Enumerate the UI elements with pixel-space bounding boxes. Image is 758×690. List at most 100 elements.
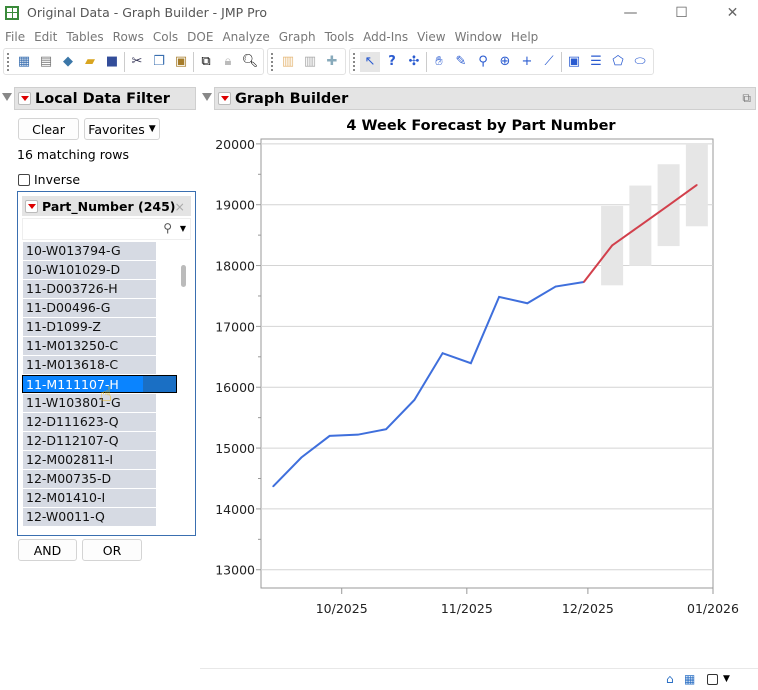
jmp-app-icon <box>5 5 19 20</box>
data-point-actual <box>413 399 416 401</box>
graph-disclosure-icon[interactable] <box>202 93 212 101</box>
data-table-icon[interactable]: ▦ <box>684 672 695 686</box>
list-item[interactable]: 11-W103801-G <box>23 394 156 412</box>
list-item[interactable]: 12-D112107-Q <box>23 432 156 450</box>
new-data-table-icon[interactable]: ▦ <box>14 52 34 72</box>
clear-button[interactable]: Clear <box>18 118 79 140</box>
toolbar-grip[interactable] <box>7 52 9 71</box>
menu-analyze[interactable]: Analyze <box>220 27 276 47</box>
forecast-chart: 13000 14000 15000 16000 17000 18000 19000 20000… <box>215 118 739 616</box>
menu-graph[interactable]: Graph <box>277 27 323 47</box>
close-button[interactable]: ✕ <box>707 0 758 25</box>
maximize-button[interactable]: ☐ <box>656 0 707 25</box>
journal-icon[interactable]: ⧉ <box>196 52 216 72</box>
hand-tool-icon[interactable]: ✋︎ <box>429 52 449 72</box>
columns-icon[interactable]: ▥ <box>300 52 320 72</box>
menu-cols[interactable]: Cols <box>151 27 185 47</box>
list-item[interactable]: 10-W013794-G <box>23 242 156 260</box>
menu-tools[interactable]: Tools <box>323 27 362 47</box>
report-icon[interactable]: ▥ <box>278 52 298 72</box>
x-tick-label: 01/2026 <box>687 601 739 616</box>
column-red-triangle-menu[interactable] <box>25 199 38 213</box>
list-item[interactable]: 12-M002811-I <box>23 451 156 469</box>
brush-tool-icon[interactable]: ✎ <box>451 52 471 72</box>
or-button[interactable]: OR <box>82 539 142 561</box>
magnifier-tool-icon[interactable]: ⊕ <box>495 52 515 72</box>
local-data-filter-header[interactable]: Local Data Filter <box>14 87 196 110</box>
lasso-tool-icon[interactable]: ⚲ <box>473 52 493 72</box>
list-search-input[interactable]: ⚲ ▼ <box>22 218 191 240</box>
annotate-tool-icon[interactable]: ▣ <box>564 52 584 72</box>
y-tick-label: 15000 <box>215 441 255 456</box>
lock-icon[interactable]: 🔒︎ <box>218 52 238 72</box>
line-arrow-tool-icon[interactable]: ☰ <box>586 52 606 72</box>
add-graph-icon[interactable]: ✚ <box>322 52 342 72</box>
menu-file[interactable]: File <box>3 27 32 47</box>
data-point-actual <box>526 302 529 305</box>
title-bar: Original Data - Graph Builder - JMP Pro … <box>0 0 758 25</box>
status-bar: ⌂ ▦ ▼ <box>200 668 758 690</box>
menu-view[interactable]: View <box>415 27 452 47</box>
inverse-checkbox[interactable]: Inverse <box>18 172 80 187</box>
favorites-button[interactable]: Favorites ▼ <box>84 118 160 140</box>
search-icon[interactable]: ⚲ <box>163 221 172 235</box>
arrow-tool-icon[interactable]: ↖ <box>360 51 380 72</box>
select-checkbox[interactable] <box>707 674 718 685</box>
line-tool-icon[interactable]: ⟋ <box>539 52 559 72</box>
filter-red-triangle-menu[interactable] <box>18 92 31 105</box>
y-tick-label: 16000 <box>215 380 255 395</box>
menu-tables[interactable]: Tables <box>64 27 110 47</box>
copy-icon[interactable]: ❐ <box>149 52 169 72</box>
remove-column-icon[interactable]: × <box>175 199 185 214</box>
y-tick-label: 18000 <box>215 259 255 274</box>
search-icon[interactable]: 🔍︎ <box>240 52 260 72</box>
graph-red-triangle-menu[interactable] <box>218 92 231 105</box>
data-point-forecast <box>639 224 642 227</box>
search-options-chevron-icon[interactable]: ▼ <box>180 224 186 233</box>
data-point-actual <box>470 362 472 364</box>
paste-icon[interactable]: ▣ <box>171 52 191 72</box>
part-number-filter: Part_Number (245) × ⚲ ▼ 10-W013794-G 10-W… <box>17 191 196 536</box>
cut-icon[interactable]: ✂ <box>127 52 147 72</box>
selection-tool-icon[interactable]: ✣ <box>404 52 424 72</box>
status-chevron-down-icon[interactable]: ▼ <box>723 674 730 684</box>
python-icon[interactable]: ◆ <box>58 52 78 72</box>
list-item[interactable]: 12-M00735-D <box>23 470 156 488</box>
list-item[interactable]: 12-M01410-I <box>23 489 156 507</box>
graph-builder-header[interactable]: Graph Builder ⧉ <box>214 87 756 110</box>
menu-window[interactable]: Window <box>453 27 509 47</box>
column-name: Part_Number (245) <box>42 198 176 214</box>
open-icon[interactable]: ▰ <box>80 52 100 72</box>
list-scrollbar[interactable] <box>181 265 186 287</box>
pin-icon[interactable]: ⧉ <box>742 91 751 106</box>
save-icon[interactable]: ■ <box>102 52 122 72</box>
home-icon[interactable]: ⌂ <box>666 672 674 686</box>
list-item[interactable]: 11-D1099-Z <box>23 318 156 336</box>
polygon-tool-icon[interactable]: ⬠ <box>608 52 628 72</box>
list-item[interactable]: 11-D00496-G <box>23 299 156 317</box>
chart-title: 4 Week Forecast by Part Number <box>346 118 616 134</box>
column-header: Part_Number (245) × <box>22 196 191 216</box>
toolbar: ▦ ▤ ◆ ▰ ■ ✂ ❐ ▣ ⧉ 🔒︎ 🔍︎ ▥ ▥ ✚ ↖ ? ✣ ✋︎ ✎… <box>3 48 654 75</box>
help-tool-icon[interactable]: ? <box>382 52 402 72</box>
menu-rows[interactable]: Rows <box>111 27 151 47</box>
and-button[interactable]: AND <box>18 539 77 561</box>
oval-tool-icon[interactable]: ⬭ <box>630 52 650 72</box>
list-item[interactable]: 11-M013250-C <box>23 337 156 355</box>
filter-disclosure-icon[interactable] <box>2 93 12 101</box>
crosshair-tool-icon[interactable]: + <box>517 52 537 72</box>
menu-addins[interactable]: Add-Ins <box>361 27 415 47</box>
data-point-actual <box>300 456 303 459</box>
new-script-icon[interactable]: ▤ <box>36 52 56 72</box>
list-item[interactable]: 12-D111623-Q <box>23 413 156 431</box>
list-item[interactable]: 11-M013618-C <box>23 356 156 374</box>
list-item[interactable]: 10-W101029-D <box>23 261 156 279</box>
data-point-actual <box>441 352 444 354</box>
minimize-button[interactable]: — <box>605 0 656 25</box>
list-item[interactable]: 12-W0011-Q <box>23 508 156 526</box>
checkbox-box[interactable] <box>18 173 30 186</box>
list-item[interactable]: 11-D003726-H <box>23 280 156 298</box>
menu-edit[interactable]: Edit <box>32 27 64 47</box>
menu-doe[interactable]: DOE <box>185 27 220 47</box>
menu-help[interactable]: Help <box>509 27 545 47</box>
